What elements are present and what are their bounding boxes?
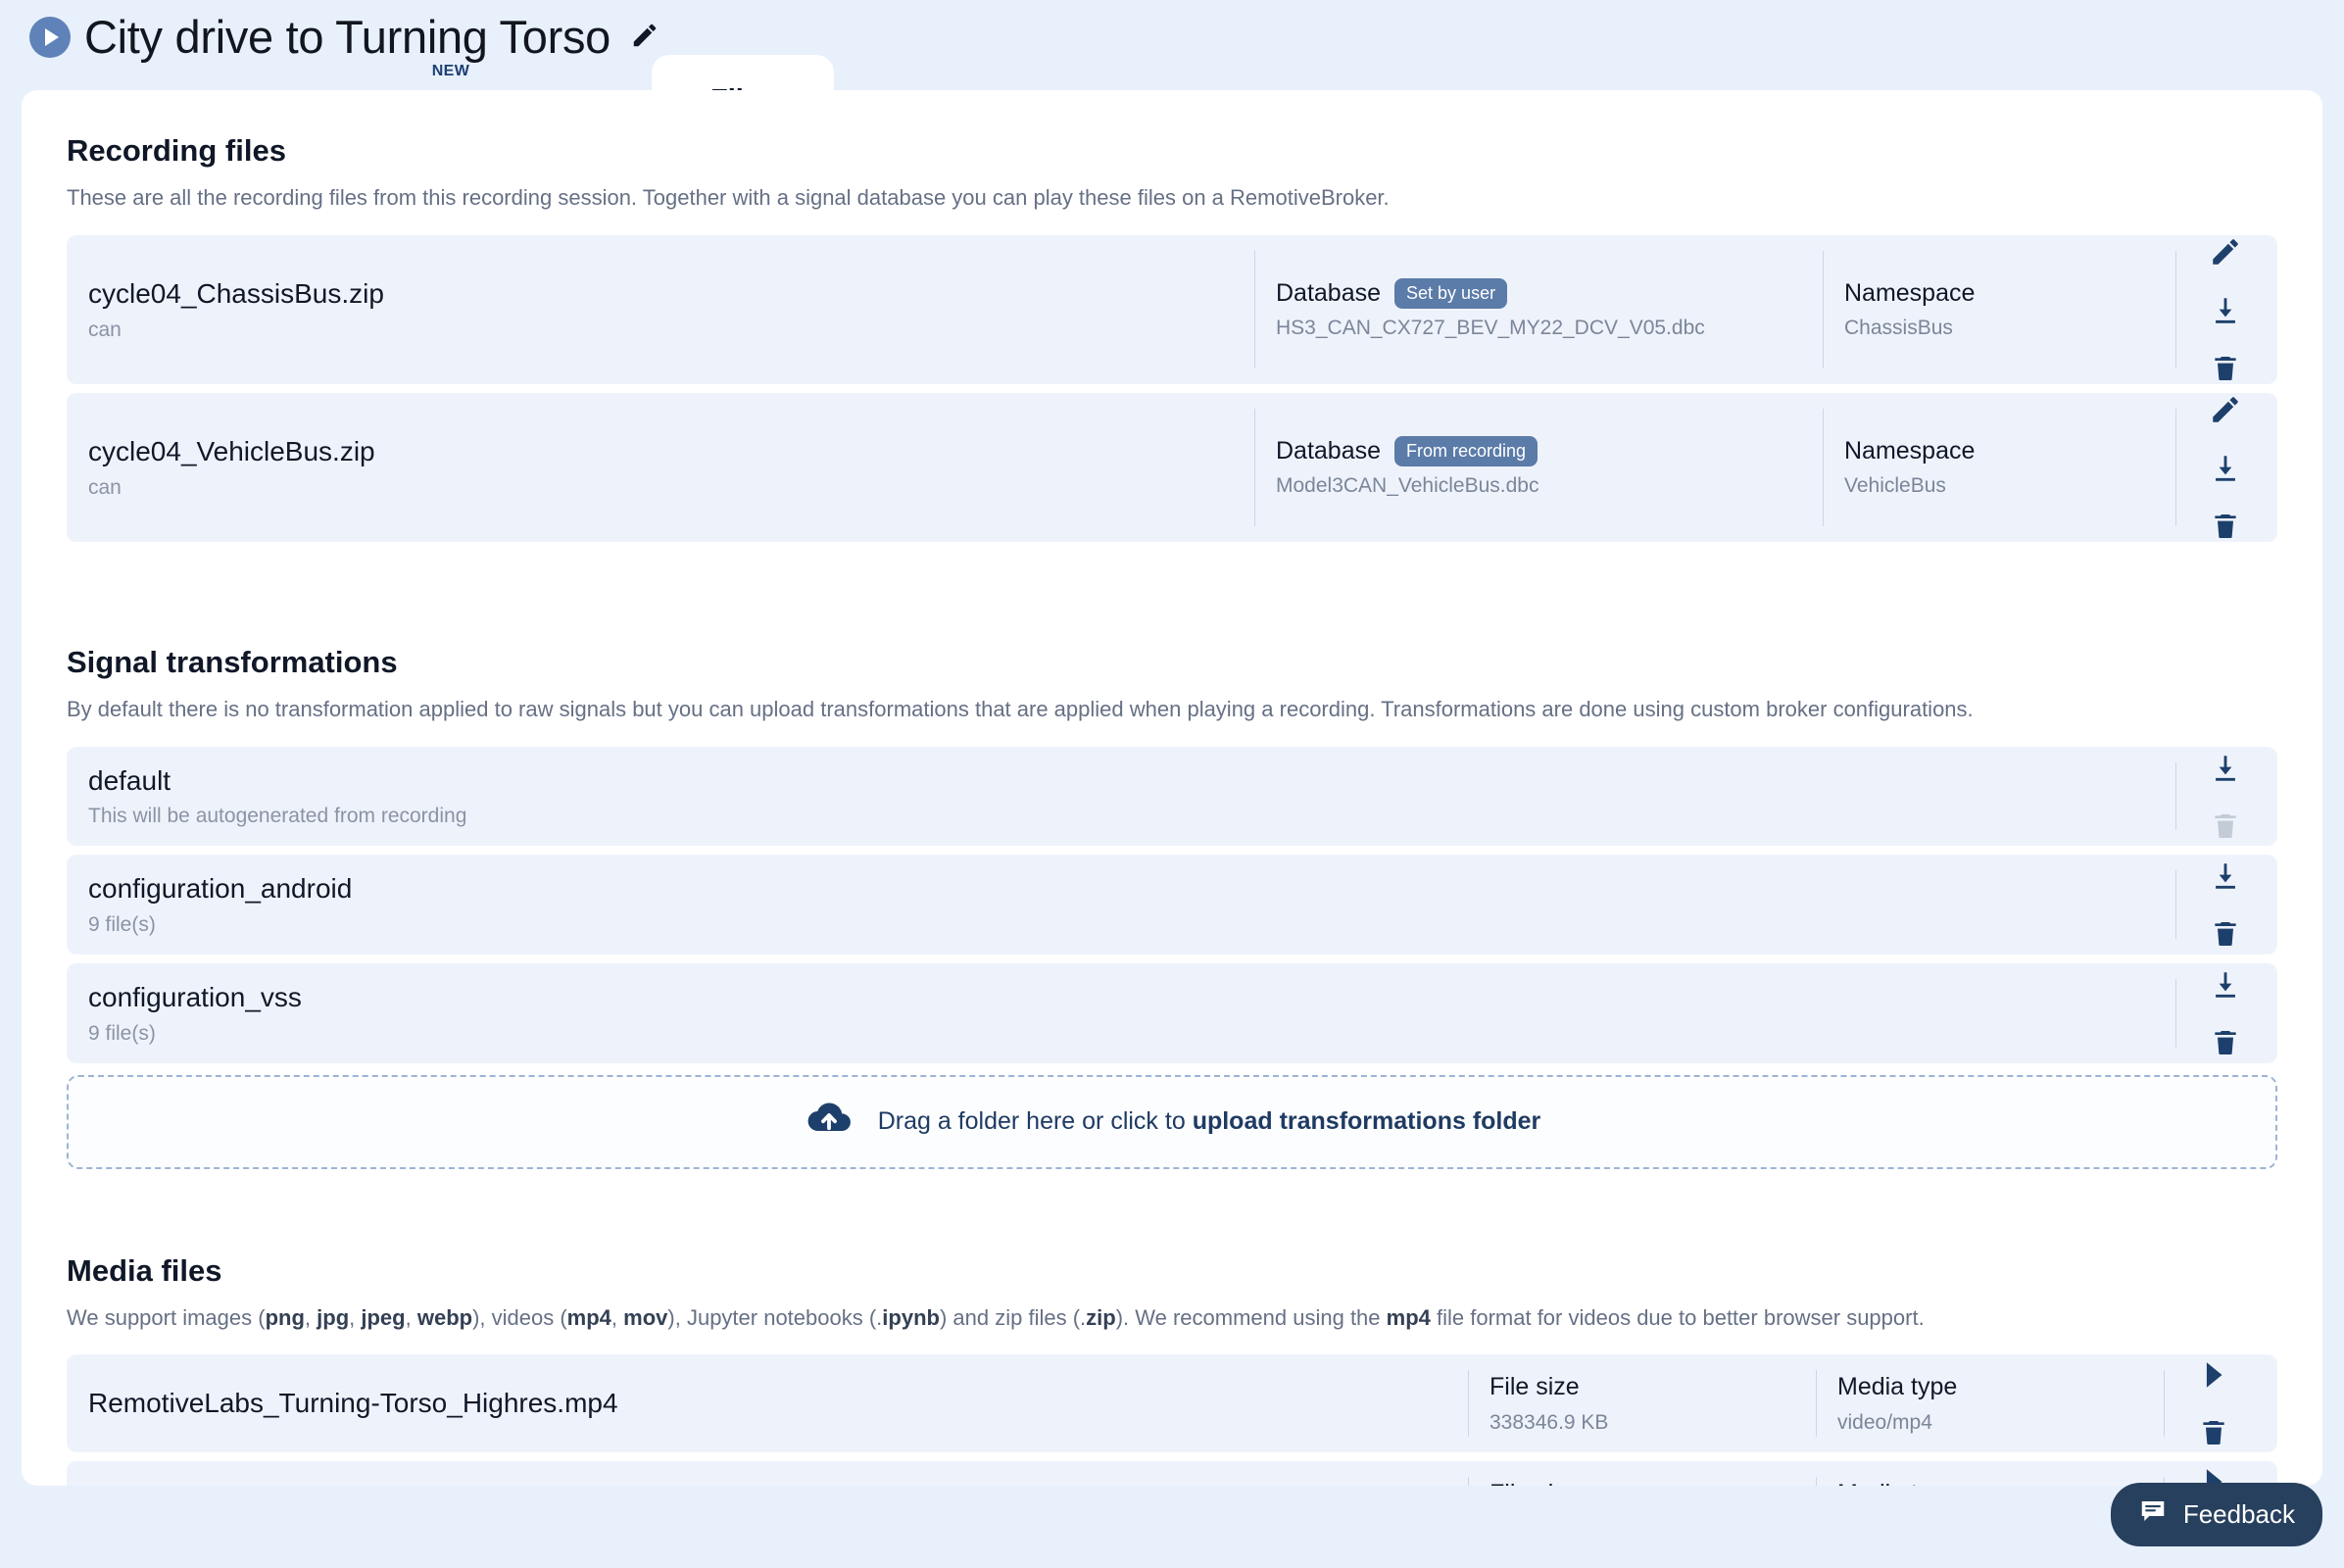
dropzone-action: upload transformations folder	[1192, 1107, 1541, 1136]
cloud-upload-icon	[804, 1100, 855, 1144]
file-type: can	[88, 318, 122, 341]
new-badge: NEW	[431, 63, 470, 79]
title-row: City drive to Turning Torso	[29, 14, 2344, 60]
file-name: cycle04_VehicleBus.zip	[88, 436, 375, 467]
feedback-label: Feedback	[2182, 1499, 2295, 1529]
database-cell: Database From recording Model3CAN_Vehicl…	[1254, 393, 1823, 542]
transformation-name: configuration_vss	[88, 981, 302, 1012]
media-files-description: We support images (png, jpg, jpeg, webp)…	[67, 1304, 1925, 1330]
signal-transformations-title: Signal transformations	[67, 644, 398, 679]
media-type-value: video/mp4	[1837, 1410, 1932, 1434]
list-item[interactable]: configuration_vss 9 file(s)	[67, 962, 2277, 1063]
row-actions	[2175, 963, 2277, 1063]
recording-file-name-cell: cycle04_VehicleBus.zip can	[67, 393, 1254, 542]
signal-transformations-description: By default there is no transformation ap…	[67, 696, 1974, 721]
media-files-title: Media files	[67, 1252, 222, 1288]
media-file-name-cell: RemotiveLabs_Turning_Torso.mp4	[67, 1461, 1468, 1486]
recording-files-description: These are all the recording files from t…	[67, 185, 1390, 210]
file-name: cycle04_ChassisBus.zip	[88, 278, 384, 310]
delete-icon[interactable]	[2210, 1027, 2241, 1058]
page-header: City drive to Turning Torso Playback NEW…	[0, 0, 2344, 142]
page-title: City drive to Turning Torso	[84, 11, 610, 63]
play-icon[interactable]	[29, 16, 71, 58]
row-actions	[2164, 1354, 2277, 1451]
namespace-cell: Namespace ChassisBus	[1823, 235, 2175, 384]
database-cell: Database Set by user HS3_CAN_CX727_BEV_M…	[1254, 235, 1823, 384]
file-size-label: File size	[1489, 1479, 1794, 1486]
status-badge: Set by user	[1394, 278, 1508, 310]
media-type-cell: Media type video/mp4	[1816, 1461, 2164, 1486]
row-actions	[2175, 855, 2277, 955]
database-value: Model3CAN_VehicleBus.dbc	[1276, 474, 1539, 498]
transformation-sub: 9 file(s)	[88, 912, 156, 936]
edit-icon[interactable]	[2209, 393, 2242, 426]
namespace-cell: Namespace VehicleBus	[1823, 393, 2175, 542]
chat-icon	[2138, 1496, 2168, 1533]
delete-icon	[2210, 810, 2241, 842]
namespace-label: Namespace	[1844, 437, 1976, 466]
delete-icon[interactable]	[2198, 1417, 2229, 1448]
table-row[interactable]: RemotiveLabs_Turning_Torso.mp4 File size…	[67, 1460, 2277, 1486]
transformation-name-cell: configuration_android 9 file(s)	[67, 855, 2175, 955]
row-actions	[2175, 393, 2277, 542]
upload-transformations-dropzone[interactable]: Drag a folder here or click to upload tr…	[67, 1074, 2277, 1169]
file-size-cell: File size 338346.9 KB	[1468, 1354, 1816, 1451]
file-type: can	[88, 475, 122, 499]
namespace-label: Namespace	[1844, 279, 1976, 308]
list-item[interactable]: configuration_android 9 file(s)	[67, 855, 2277, 955]
transformation-name: configuration_android	[88, 873, 353, 905]
namespace-value: VehicleBus	[1844, 474, 1946, 498]
list-item[interactable]: default This will be autogenerated from …	[67, 746, 2277, 847]
transformation-sub: 9 file(s)	[88, 1021, 156, 1045]
file-name: RemotiveLabs_Turning-Torso_Highres.mp4	[88, 1388, 618, 1419]
edit-icon[interactable]	[2209, 235, 2242, 269]
download-icon[interactable]	[2209, 859, 2242, 893]
dropzone-text: Drag a folder here or click to upload tr…	[878, 1107, 1541, 1136]
media-type-label: Media type	[1837, 1479, 2142, 1486]
table-row[interactable]: RemotiveLabs_Turning-Torso_Highres.mp4 F…	[67, 1354, 2277, 1452]
download-icon[interactable]	[2209, 294, 2242, 327]
play-icon[interactable]	[2197, 1358, 2230, 1392]
files-panel: Recording files These are all the record…	[22, 90, 2322, 1486]
pencil-icon[interactable]	[630, 21, 659, 55]
row-actions	[2175, 235, 2277, 384]
file-size-cell: File size 17787.8 KB	[1468, 1461, 1816, 1486]
download-icon[interactable]	[2209, 968, 2242, 1002]
status-badge: From recording	[1394, 436, 1538, 467]
transformation-name-cell: configuration_vss 9 file(s)	[67, 963, 2175, 1063]
download-icon[interactable]	[2209, 752, 2242, 785]
media-type-label: Media type	[1837, 1373, 1958, 1401]
file-size-value: 338346.9 KB	[1489, 1410, 1609, 1434]
download-icon[interactable]	[2209, 452, 2242, 485]
delete-icon[interactable]	[2210, 353, 2241, 384]
transformation-name: default	[88, 764, 171, 796]
app-root: City drive to Turning Torso Playback NEW…	[0, 0, 2344, 1568]
table-row[interactable]: cycle04_VehicleBus.zip can Database From…	[67, 392, 2277, 542]
database-label: Database	[1276, 437, 1382, 466]
database-label: Database	[1276, 279, 1382, 308]
table-row[interactable]: cycle04_ChassisBus.zip can Database Set …	[67, 234, 2277, 384]
database-value: HS3_CAN_CX727_BEV_MY22_DCV_V05.dbc	[1276, 317, 1705, 340]
file-size-label: File size	[1489, 1373, 1580, 1401]
transformation-name-cell: default This will be autogenerated from …	[67, 747, 2175, 847]
transformation-sub: This will be autogenerated from recordin…	[88, 805, 467, 828]
recording-file-name-cell: cycle04_ChassisBus.zip can	[67, 235, 1254, 384]
dropzone-prefix: Drag a folder here or click to	[877, 1107, 1193, 1136]
feedback-button[interactable]: Feedback	[2110, 1483, 2322, 1546]
recording-files-title: Recording files	[67, 133, 286, 168]
media-type-cell: Media type video/mp4	[1816, 1354, 2164, 1451]
namespace-value: ChassisBus	[1844, 317, 1953, 340]
row-actions	[2175, 747, 2277, 847]
delete-icon[interactable]	[2210, 511, 2241, 542]
delete-icon[interactable]	[2210, 918, 2241, 950]
media-file-name-cell: RemotiveLabs_Turning-Torso_Highres.mp4	[67, 1354, 1468, 1451]
